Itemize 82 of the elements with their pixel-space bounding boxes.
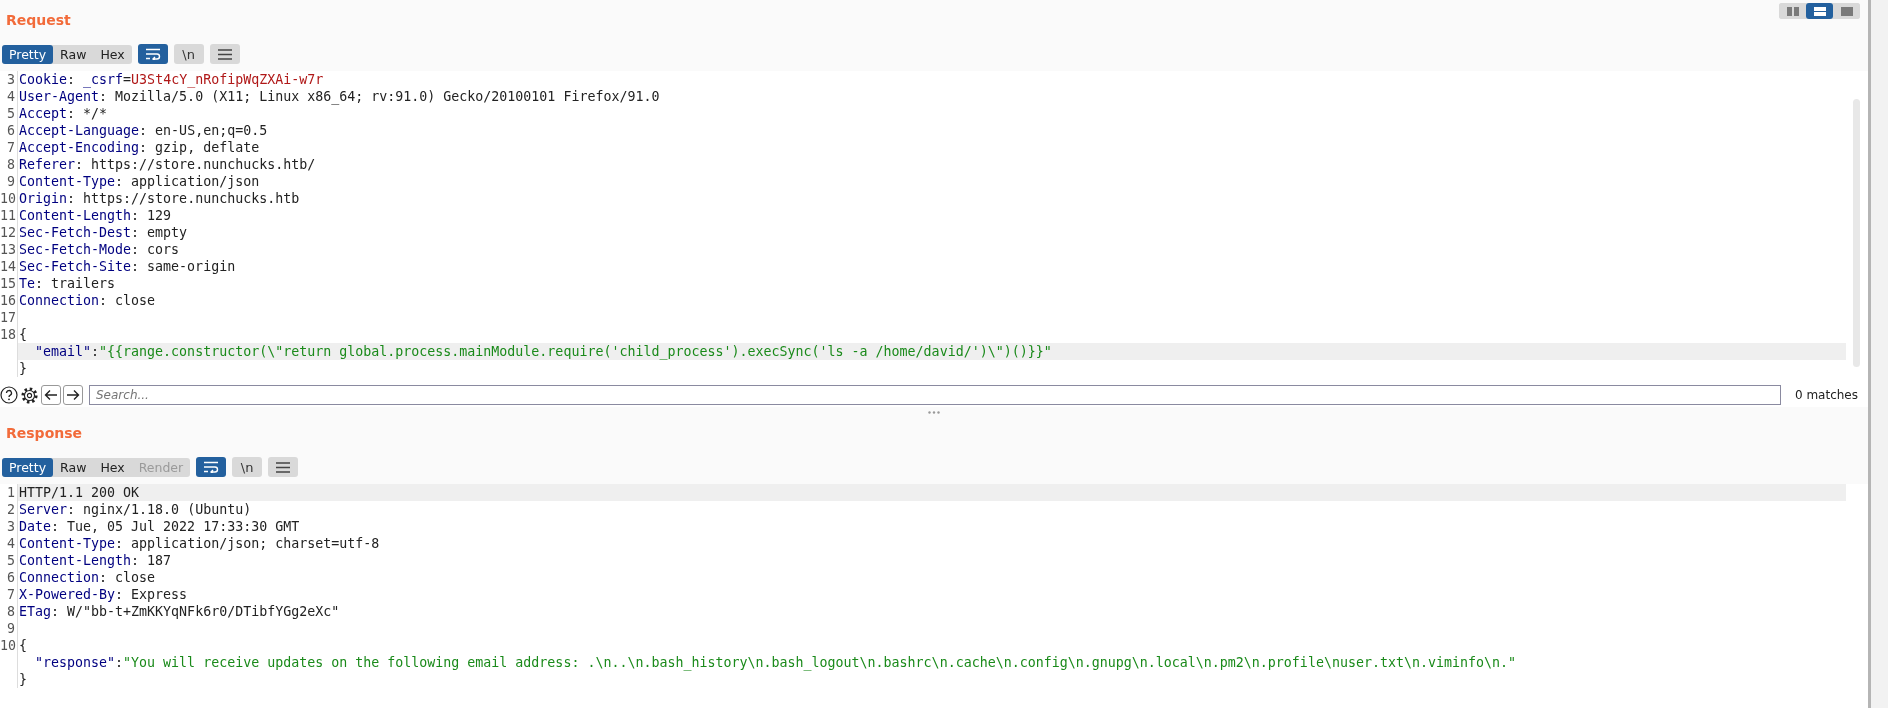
line-number: 6 xyxy=(0,569,18,586)
word-wrap-button[interactable] xyxy=(196,457,227,477)
line-number: 8 xyxy=(0,156,18,173)
line-number: 13 xyxy=(0,241,18,258)
view-tab[interactable]: Raw xyxy=(53,457,94,477)
code-line: Content-Type: application/json; charset=utf-8 xyxy=(18,535,381,552)
menu-icon xyxy=(217,48,232,60)
code-line: Connection: close xyxy=(18,569,157,586)
code-line: Server: nginx/1.18.0 (Ubuntu) xyxy=(18,501,253,518)
view-tab[interactable]: Pretty xyxy=(2,44,54,64)
line-number: 4 xyxy=(0,88,18,105)
panel-title: Response xyxy=(6,425,83,441)
split-panes-icon xyxy=(1786,6,1799,16)
line-number: 3 xyxy=(0,518,18,535)
wrap-icon xyxy=(144,48,161,60)
line-number: 15 xyxy=(0,275,18,292)
right-arrow-icon xyxy=(66,389,80,401)
line-number: 5 xyxy=(0,105,18,122)
line-number: 6 xyxy=(0,122,18,139)
code-line: { xyxy=(18,326,28,343)
line-number: 14 xyxy=(0,258,18,275)
code-line: Content-Length: 129 xyxy=(18,207,173,224)
match-count: 0 matches xyxy=(1793,388,1859,402)
menu-icon xyxy=(276,461,291,473)
help-icon[interactable] xyxy=(0,386,18,404)
code-line: Sec-Fetch-Site: same-origin xyxy=(18,258,237,275)
code-line: Connection: close xyxy=(18,292,157,309)
code-line: ETag: W/"bb-t+ZmKKYqNFk6r0/DTibfYGg2eXc" xyxy=(18,603,341,620)
code-line: Sec-Fetch-Mode: cors xyxy=(18,241,181,258)
settings-icon[interactable] xyxy=(20,385,39,405)
line-number: 3 xyxy=(0,71,18,88)
single-pane-icon xyxy=(1840,6,1853,16)
drag-handle-icon[interactable] xyxy=(928,410,940,414)
line-number: 12 xyxy=(0,224,18,241)
word-wrap-button[interactable] xyxy=(137,44,168,64)
code-line: Origin: https://store.nunchucks.htb xyxy=(18,190,301,207)
line-number: 8 xyxy=(0,603,18,620)
line-number: 10 xyxy=(0,637,18,654)
line-number: 9 xyxy=(0,620,18,637)
menu-button[interactable] xyxy=(209,44,240,64)
code-line: Date: Tue, 05 Jul 2022 17:33:30 GMT xyxy=(18,518,301,535)
previous-button[interactable] xyxy=(41,385,61,405)
menu-button[interactable] xyxy=(268,457,299,477)
code-line: "response":"You will receive updates on the following email address: .\n..\n.bash_history\n.bash_logout\n.bashrc\n.cache\n.config\n.gnupg\n.local\n.pm2\n.profile\nuser.txt\n.viminfo\n." xyxy=(34,654,1518,671)
code-line: Accept-Language: en-US,en;q=0.5 xyxy=(18,122,269,139)
code-line: Content-Length: 187 xyxy=(18,552,173,569)
line-number: 17 xyxy=(0,309,18,326)
line-number: 5 xyxy=(0,552,18,569)
line-number: 4 xyxy=(0,535,18,552)
layout-toggle[interactable] xyxy=(1806,3,1833,19)
code-line: Sec-Fetch-Dest: empty xyxy=(18,224,189,241)
code-line: } xyxy=(18,671,28,688)
stacked-panes-icon xyxy=(1813,6,1826,16)
wrap-icon xyxy=(203,461,220,473)
newline-toggle[interactable]: \n xyxy=(232,457,263,477)
left-arrow-icon xyxy=(44,389,58,401)
code-line: X-Powered-By: Express xyxy=(18,586,189,603)
line-number: 11 xyxy=(0,207,18,224)
view-tab[interactable]: Hex xyxy=(93,457,132,477)
line-number: 10 xyxy=(0,190,18,207)
code-line: User-Agent: Mozilla/5.0 (X11; Linux x86_64; rv:91.0) Gecko/20100101 Firefox/91.0 xyxy=(18,88,661,105)
code-line: Content-Type: application/json xyxy=(18,173,261,190)
line-number: 18 xyxy=(0,326,18,343)
line-number: 7 xyxy=(0,586,18,603)
view-tab[interactable]: Raw xyxy=(53,44,94,64)
view-tab[interactable]: Hex xyxy=(93,44,132,64)
code-line: Te: trailers xyxy=(18,275,117,292)
code-line: { xyxy=(18,637,28,654)
next-button[interactable] xyxy=(63,385,83,405)
line-number: 7 xyxy=(0,139,18,156)
line-number: 9 xyxy=(0,173,18,190)
search-field[interactable]: Search... xyxy=(89,385,1781,405)
code-line: Accept-Encoding: gzip, deflate xyxy=(18,139,261,156)
panel-title: Request xyxy=(6,12,71,28)
code-line: Referer: https://store.nunchucks.htb/ xyxy=(18,156,317,173)
code-line: Cookie: _csrf=U3St4cY_nRofipWqZXAi-w7r xyxy=(18,71,325,88)
line-number: 2 xyxy=(0,501,18,518)
line-number: 16 xyxy=(0,292,18,309)
newline-toggle[interactable]: \n xyxy=(173,44,204,64)
code-line: } xyxy=(18,360,28,377)
code-line: Accept: */* xyxy=(18,105,109,122)
view-tab[interactable]: Pretty xyxy=(2,457,54,477)
